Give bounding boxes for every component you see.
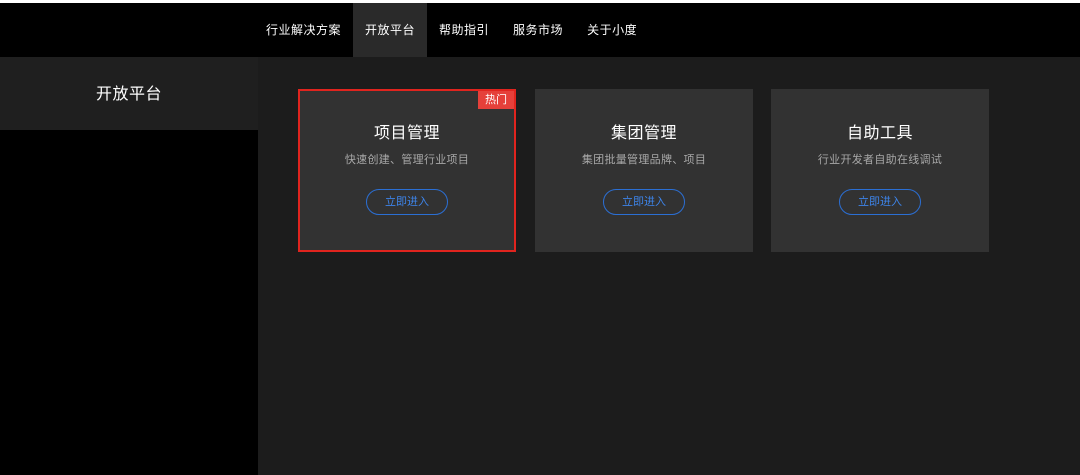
nav-item-service-market[interactable]: 服务市场 [501, 3, 575, 57]
card-title: 自助工具 [846, 123, 913, 142]
sidebar: 开放平台 [0, 57, 258, 475]
card-group-management[interactable]: 集团管理 集团批量管理品牌、项目 立即进入 [535, 89, 753, 252]
enter-button-group-management[interactable]: 立即进入 [603, 189, 685, 215]
main-nav: 行业解决方案 开放平台 帮助指引 服务市场 关于小度 [254, 3, 649, 57]
hot-badge: 热门 [478, 91, 514, 109]
main-content: 热门 项目管理 快速创建、管理行业项目 立即进入 集团管理 集团批量管理品牌、项… [258, 57, 1080, 475]
top-navigation-bar: 行业解决方案 开放平台 帮助指引 服务市场 关于小度 [0, 0, 1080, 57]
card-description: 行业开发者自助在线调试 [817, 153, 943, 166]
card-self-service-tools[interactable]: 自助工具 行业开发者自助在线调试 立即进入 [771, 89, 989, 252]
card-description: 集团批量管理品牌、项目 [581, 153, 707, 166]
nav-item-open-platform[interactable]: 开放平台 [353, 3, 428, 57]
sidebar-title: 开放平台 [0, 57, 258, 130]
nav-item-about[interactable]: 关于小度 [575, 3, 649, 57]
card-project-management[interactable]: 热门 项目管理 快速创建、管理行业项目 立即进入 [298, 89, 516, 252]
enter-button-project-management[interactable]: 立即进入 [366, 189, 448, 215]
card-title: 集团管理 [610, 123, 677, 142]
nav-item-help-guide[interactable]: 帮助指引 [427, 3, 501, 57]
enter-button-self-service-tools[interactable]: 立即进入 [839, 189, 921, 215]
card-description: 快速创建、管理行业项目 [344, 153, 470, 166]
card-title: 项目管理 [373, 123, 440, 142]
nav-item-industry-solutions[interactable]: 行业解决方案 [254, 3, 353, 57]
